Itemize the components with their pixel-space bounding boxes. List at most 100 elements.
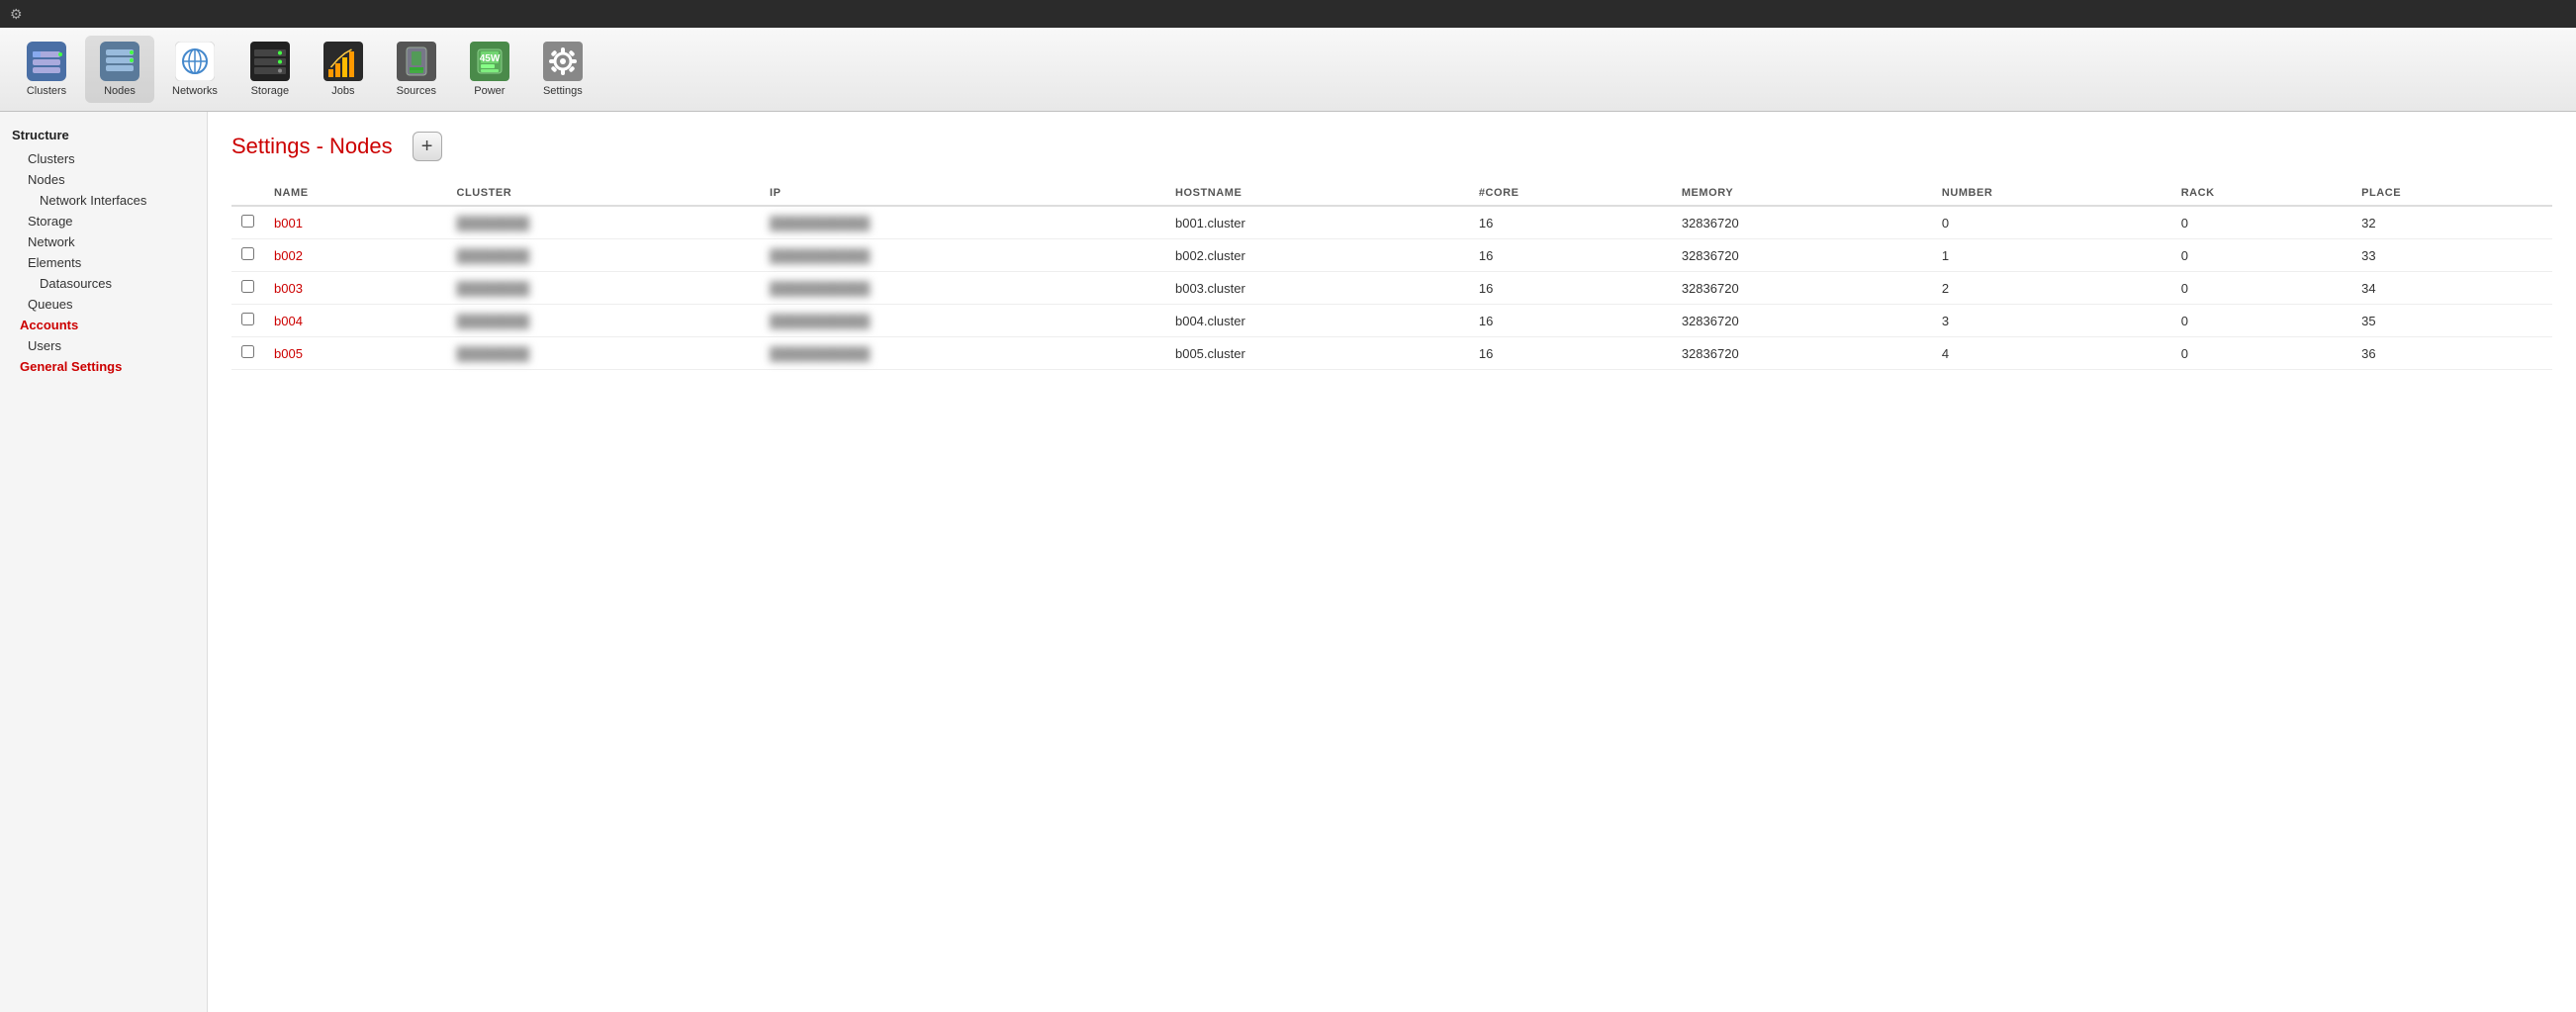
- cell-hostname-b001: b001.cluster: [1165, 206, 1469, 239]
- cell-name-b005[interactable]: b005: [264, 337, 446, 370]
- checkbox-b003[interactable]: [241, 280, 254, 293]
- cell-memory-b004: 32836720: [1672, 305, 1932, 337]
- col-header-cluster: CLUSTER: [446, 181, 760, 206]
- sidebar-item-network[interactable]: Network: [12, 231, 195, 252]
- sidebar-item-queues[interactable]: Queues: [12, 294, 195, 315]
- cell-memory-b001: 32836720: [1672, 206, 1932, 239]
- row-checkbox-b003[interactable]: [231, 272, 264, 305]
- toolbar-item-power[interactable]: 45W Power: [455, 36, 524, 103]
- checkbox-b001[interactable]: [241, 215, 254, 228]
- toolbar-icon-nodes: [100, 42, 139, 81]
- checkbox-b002[interactable]: [241, 247, 254, 260]
- toolbar-item-jobs[interactable]: Jobs: [309, 36, 378, 103]
- cell-cluster-b002: ████████: [446, 239, 760, 272]
- col-header-hostname: HOSTNAME: [1165, 181, 1469, 206]
- toolbar-label-networks: Networks: [172, 85, 218, 97]
- table-row: b003███████████████████b003.cluster16328…: [231, 272, 2552, 305]
- cell-ip-b003: ███████████: [760, 272, 1165, 305]
- svg-text:45W: 45W: [480, 53, 501, 64]
- cell-number-b002: 1: [1932, 239, 2171, 272]
- cell-name-b004[interactable]: b004: [264, 305, 446, 337]
- content-area: Settings - Nodes + NAMECLUSTERIPHOSTNAME…: [208, 112, 2576, 1012]
- cell-rack-b004: 0: [2171, 305, 2351, 337]
- cell-number-b005: 4: [1932, 337, 2171, 370]
- sidebar-item-clusters[interactable]: Clusters: [12, 148, 195, 169]
- sidebar-item-general-settings[interactable]: General Settings: [12, 356, 195, 377]
- toolbar-icon-networks: [175, 42, 215, 81]
- sidebar-item-network-interfaces[interactable]: Network Interfaces: [12, 190, 195, 211]
- toolbar-item-networks[interactable]: Networks: [158, 36, 231, 103]
- cell-number-b004: 3: [1932, 305, 2171, 337]
- cell-ip-b001: ███████████: [760, 206, 1165, 239]
- toolbar-label-clusters: Clusters: [27, 85, 66, 97]
- col-header-name: NAME: [264, 181, 446, 206]
- sidebar-item-datasources[interactable]: Datasources: [12, 273, 195, 294]
- cell-hostname-b003: b003.cluster: [1165, 272, 1469, 305]
- col-header-memory: MEMORY: [1672, 181, 1932, 206]
- content-header: Settings - Nodes +: [231, 132, 2552, 161]
- sidebar-item-storage[interactable]: Storage: [12, 211, 195, 231]
- cell-rack-b003: 0: [2171, 272, 2351, 305]
- toolbar: Clusters Nodes Networks Storage: [0, 28, 2576, 112]
- cell-place-b004: 35: [2351, 305, 2552, 337]
- toolbar-label-settings: Settings: [543, 85, 583, 97]
- table-row: b004███████████████████b004.cluster16328…: [231, 305, 2552, 337]
- cell-memory-b005: 32836720: [1672, 337, 1932, 370]
- toolbar-item-storage[interactable]: Storage: [235, 36, 305, 103]
- cell-core-b003: 16: [1469, 272, 1672, 305]
- col-header-ip: IP: [760, 181, 1165, 206]
- toolbar-icon-clusters: [27, 42, 66, 81]
- sidebar-structure-title: Structure: [12, 128, 195, 142]
- cell-place-b002: 33: [2351, 239, 2552, 272]
- cell-cluster-b003: ████████: [446, 272, 760, 305]
- table-row: b001███████████████████b001.cluster16328…: [231, 206, 2552, 239]
- sidebar-item-nodes[interactable]: Nodes: [12, 169, 195, 190]
- cell-rack-b002: 0: [2171, 239, 2351, 272]
- cell-rack-b001: 0: [2171, 206, 2351, 239]
- toolbar-item-clusters[interactable]: Clusters: [12, 36, 81, 103]
- toolbar-item-nodes[interactable]: Nodes: [85, 36, 154, 103]
- row-checkbox-b004[interactable]: [231, 305, 264, 337]
- cell-core-b002: 16: [1469, 239, 1672, 272]
- toolbar-icon-sources: [397, 42, 436, 81]
- cell-memory-b003: 32836720: [1672, 272, 1932, 305]
- cell-ip-b004: ███████████: [760, 305, 1165, 337]
- cell-cluster-b004: ████████: [446, 305, 760, 337]
- cell-name-b002[interactable]: b002: [264, 239, 446, 272]
- col-header-rack: RACK: [2171, 181, 2351, 206]
- cell-core-b005: 16: [1469, 337, 1672, 370]
- cell-place-b001: 32: [2351, 206, 2552, 239]
- checkbox-b005[interactable]: [241, 345, 254, 358]
- toolbar-item-sources[interactable]: Sources: [382, 36, 451, 103]
- toolbar-icon-power: 45W: [470, 42, 509, 81]
- toolbar-label-power: Power: [474, 85, 505, 97]
- cell-hostname-b004: b004.cluster: [1165, 305, 1469, 337]
- cell-name-b001[interactable]: b001: [264, 206, 446, 239]
- top-bar-gear-icon: ⚙: [10, 6, 23, 23]
- checkbox-b004[interactable]: [241, 313, 254, 325]
- cell-cluster-b005: ████████: [446, 337, 760, 370]
- row-checkbox-b001[interactable]: [231, 206, 264, 239]
- nodes-table: NAMECLUSTERIPHOSTNAME#COREMEMORYNUMBERRA…: [231, 181, 2552, 370]
- sidebar-item-accounts[interactable]: Accounts: [12, 315, 195, 335]
- col-header-num-core: #CORE: [1469, 181, 1672, 206]
- add-node-button[interactable]: +: [413, 132, 442, 161]
- toolbar-item-settings[interactable]: Settings: [528, 36, 598, 103]
- cell-core-b001: 16: [1469, 206, 1672, 239]
- main-layout: Structure ClustersNodesNetwork Interface…: [0, 112, 2576, 1012]
- table-row: b002███████████████████b002.cluster16328…: [231, 239, 2552, 272]
- col-header-place: PLACE: [2351, 181, 2552, 206]
- toolbar-label-nodes: Nodes: [104, 85, 136, 97]
- cell-number-b001: 0: [1932, 206, 2171, 239]
- sidebar-item-elements[interactable]: Elements: [12, 252, 195, 273]
- cell-ip-b005: ███████████: [760, 337, 1165, 370]
- page-title: Settings - Nodes: [231, 134, 393, 159]
- cell-place-b005: 36: [2351, 337, 2552, 370]
- toolbar-label-sources: Sources: [397, 85, 436, 97]
- toolbar-icon-jobs: [323, 42, 363, 81]
- cell-hostname-b002: b002.cluster: [1165, 239, 1469, 272]
- row-checkbox-b005[interactable]: [231, 337, 264, 370]
- sidebar-item-users[interactable]: Users: [12, 335, 195, 356]
- cell-name-b003[interactable]: b003: [264, 272, 446, 305]
- row-checkbox-b002[interactable]: [231, 239, 264, 272]
